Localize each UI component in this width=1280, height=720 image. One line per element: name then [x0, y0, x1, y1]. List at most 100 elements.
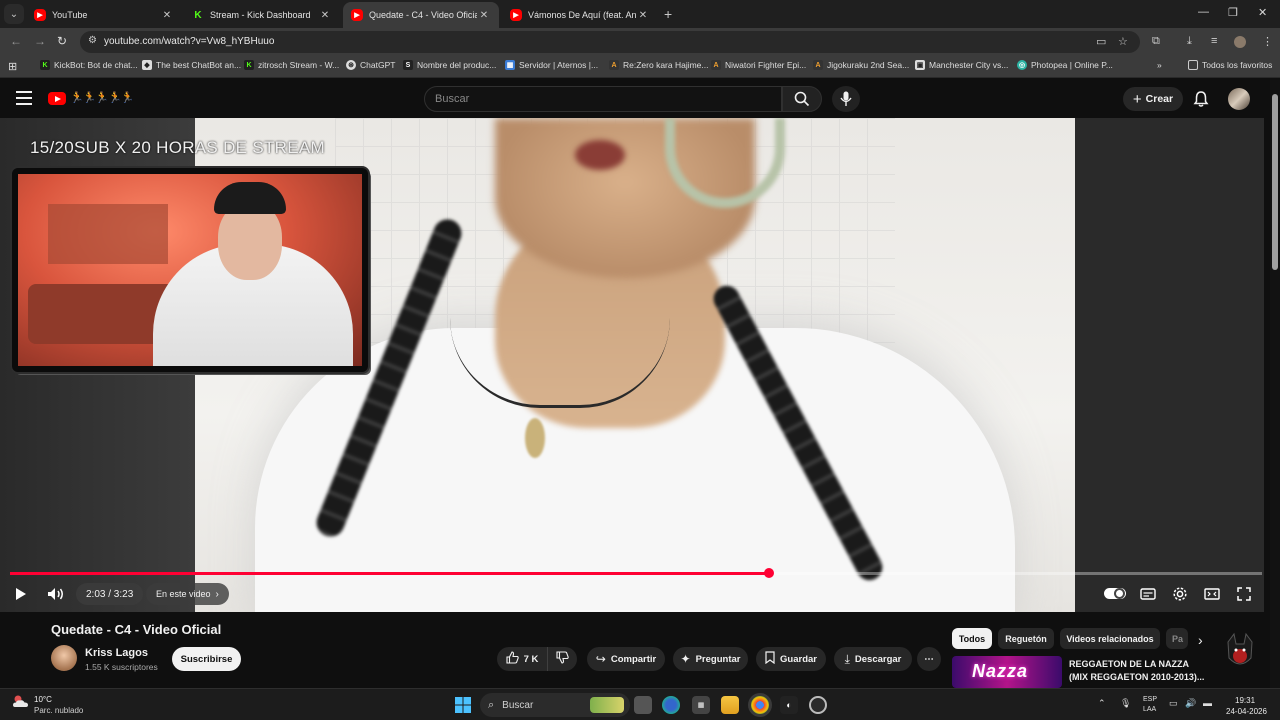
clock-time[interactable]: 19:31	[1235, 696, 1255, 705]
tray-overflow-chevron-icon[interactable]: ⌃	[1098, 698, 1106, 709]
fullscreen-button[interactable]	[1235, 585, 1253, 603]
obs-app-icon[interactable]: ◐	[780, 696, 798, 714]
theater-mode-button[interactable]	[1203, 585, 1221, 603]
ask-button[interactable]: ✦ Preguntar	[673, 647, 748, 671]
voice-search-button[interactable]	[832, 86, 860, 112]
create-button[interactable]: + Crear	[1123, 87, 1183, 111]
new-tab-icon[interactable]: +	[664, 6, 672, 22]
channel-name[interactable]: Kriss Lagos	[85, 647, 148, 659]
channel-avatar[interactable]	[51, 645, 77, 671]
chip-videos-relacionados[interactable]: Videos relacionados	[1060, 628, 1160, 649]
download-button[interactable]: ⤓ Descargar	[834, 647, 912, 671]
battery-icon[interactable]: ▬	[1203, 698, 1212, 708]
subscribe-button[interactable]: Suscribirse	[172, 647, 241, 671]
chips-next-chevron-icon[interactable]: ›	[1198, 632, 1203, 648]
bookmark-item[interactable]: K KickBot: Bot de chat...	[40, 60, 138, 70]
discord-app-icon[interactable]	[809, 696, 827, 714]
notifications-bell-icon[interactable]	[1192, 90, 1210, 108]
apps-grid-icon[interactable]: ⊞	[8, 60, 17, 73]
address-bar[interactable]: ⚙ youtube.com/watch?v=Vw8_hYBHuuo	[80, 31, 1140, 53]
play-button[interactable]	[12, 585, 30, 603]
download-icon: ⤓	[844, 651, 850, 666]
related-video-title[interactable]: REGGAETON DE LA NAZZA (MIX REGGAETON 201…	[1069, 658, 1209, 684]
forward-icon[interactable]: →	[34, 34, 46, 48]
task-view-icon[interactable]	[634, 696, 652, 714]
edge-browser-icon[interactable]	[662, 696, 680, 714]
app-icon[interactable]: ▦	[692, 696, 710, 714]
downloads-icon[interactable]: ⤓	[1187, 35, 1192, 48]
media-controls-icon[interactable]: ≡	[1211, 35, 1217, 47]
chip-more[interactable]: Pa	[1166, 628, 1188, 649]
search-button[interactable]	[782, 86, 822, 112]
youtube-logo[interactable]	[48, 92, 66, 105]
tab-close-icon[interactable]: ✕	[318, 10, 332, 21]
tray-mic-icon[interactable]: 🎙	[1120, 698, 1131, 709]
chrome-browser-icon[interactable]	[751, 696, 769, 714]
save-button[interactable]: Guardar	[756, 647, 826, 671]
taskbar-search[interactable]: ⌕ Buscar	[480, 693, 630, 717]
bookmark-item[interactable]: S Nombre del produc...	[403, 60, 496, 70]
progress-scrubber-handle[interactable]	[764, 568, 774, 578]
tab-kick-dashboard[interactable]: K Stream - Kick Dashboard ✕	[184, 2, 340, 28]
account-avatar[interactable]	[1228, 88, 1250, 110]
tab-close-icon[interactable]: ✕	[160, 10, 174, 21]
scrollbar-thumb[interactable]	[1272, 94, 1278, 270]
bookmark-item[interactable]: A Niwatori Fighter Epi...	[711, 60, 806, 70]
bookmark-item[interactable]: A Jigokuraku 2nd Sea...	[813, 60, 909, 70]
more-actions-button[interactable]: ⋯	[917, 647, 941, 671]
weather-cloud-icon[interactable]	[12, 694, 30, 710]
speaker-icon[interactable]: 🔊	[1185, 698, 1196, 709]
bookmark-item[interactable]: ⊛ ChatGPT	[346, 60, 395, 70]
like-button[interactable]: 7 K	[497, 647, 547, 671]
clock-date[interactable]: 24-04-2026	[1226, 707, 1267, 716]
browser-menu-icon[interactable]: ⋮	[1262, 35, 1273, 48]
input-layout[interactable]: LAA	[1143, 706, 1156, 713]
bookmark-item[interactable]: ◎ Photopea | Online P...	[1017, 60, 1113, 70]
tab-search-menu-icon[interactable]: ⌄	[4, 4, 24, 24]
chip-todos[interactable]: Todos	[952, 628, 992, 649]
network-icon[interactable]: ▭	[1169, 698, 1178, 709]
ask-label: Preguntar	[695, 653, 741, 665]
autoplay-toggle[interactable]	[1104, 588, 1126, 599]
tab-vamonos-video[interactable]: ▶ Vámonos De Aquí (feat. Ander I ✕	[502, 2, 658, 28]
tab-close-icon[interactable]: ✕	[477, 10, 491, 21]
minimize-icon[interactable]: —	[1198, 6, 1209, 18]
site-info-icon[interactable]: ⚙	[88, 35, 97, 46]
menu-icon[interactable]	[16, 91, 32, 105]
bookmark-item[interactable]: ▣ Manchester City vs...	[915, 60, 1008, 70]
cast-icon[interactable]: ▭	[1096, 35, 1106, 48]
reload-icon[interactable]: ↻	[57, 34, 67, 48]
volume-button[interactable]	[46, 585, 66, 603]
progress-bar[interactable]	[10, 568, 1262, 578]
all-bookmarks-folder[interactable]: Todos los favoritos	[1188, 60, 1272, 70]
more-bookmarks-icon[interactable]: »	[1157, 60, 1162, 70]
input-language[interactable]: ESP	[1143, 696, 1157, 703]
search-input[interactable]	[425, 87, 781, 111]
page-scrollbar[interactable]	[1270, 80, 1280, 692]
dislike-button[interactable]	[547, 647, 577, 671]
bookmark-item[interactable]: Kzitrosch Stream - W...	[244, 60, 339, 70]
video-player[interactable]: 15/20SUB X 20 HORAS DE STREAM	[0, 118, 1264, 612]
extensions-icon[interactable]: ⧉	[1152, 35, 1160, 48]
chip-regueton[interactable]: Reguetón	[998, 628, 1054, 649]
search-box[interactable]	[424, 86, 782, 112]
tab-quedate-video[interactable]: ▶ Quedate - C4 - Video Oficial - Y ✕	[343, 2, 499, 28]
share-button[interactable]: ↪ Compartir	[587, 647, 665, 671]
youtube-doodle-icon[interactable]: 🏃🏃🏃🏃🏃	[70, 91, 134, 104]
bookmark-item[interactable]: ◆ The best ChatBot an...	[142, 60, 241, 70]
bookmark-item[interactable]: ▦ Servidor | Aternos |...	[505, 60, 598, 70]
related-video-thumbnail[interactable]: Nazza	[952, 656, 1062, 688]
tab-youtube[interactable]: ▶ YouTube ✕	[26, 2, 182, 28]
bookmark-star-icon[interactable]: ☆	[1118, 35, 1128, 48]
back-icon[interactable]: ←	[10, 34, 22, 48]
chapters-button[interactable]: En este video ›	[146, 583, 229, 605]
subtitles-button[interactable]	[1139, 585, 1157, 603]
settings-button[interactable]	[1171, 585, 1189, 603]
window-close-icon[interactable]: ✕	[1258, 6, 1267, 19]
bookmark-item[interactable]: A Re:Zero kara Hajime...	[609, 60, 709, 70]
profile-avatar[interactable]	[1234, 36, 1246, 48]
file-explorer-icon[interactable]	[721, 696, 739, 714]
windows-start-icon[interactable]	[454, 696, 472, 714]
tab-close-icon[interactable]: ✕	[636, 10, 650, 21]
restore-icon[interactable]: ❐	[1228, 6, 1238, 19]
